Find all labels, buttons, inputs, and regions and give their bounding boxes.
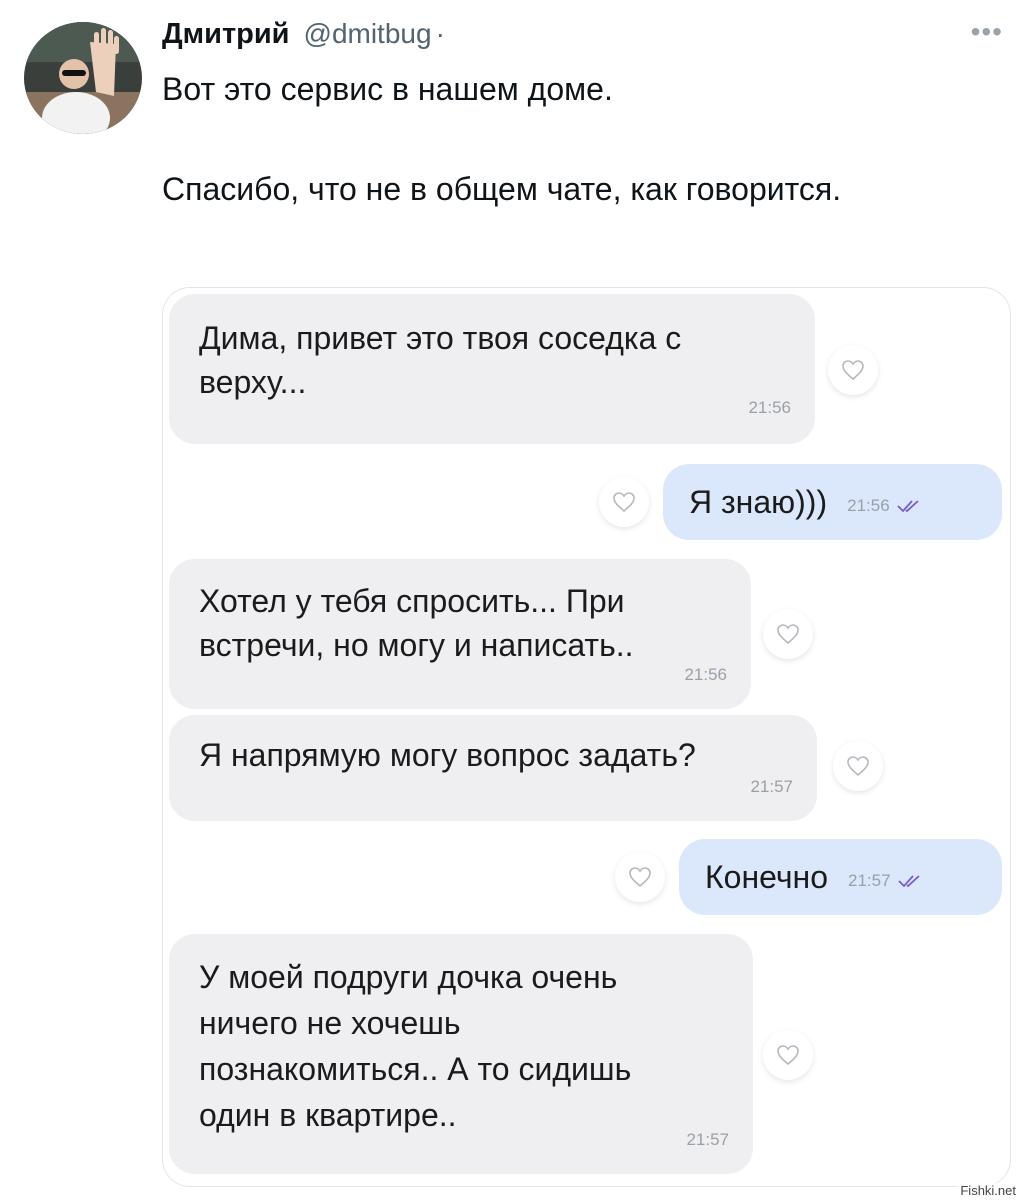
avatar[interactable] — [24, 22, 142, 134]
separator: · — [435, 18, 445, 49]
message-text: Я знаю))) — [689, 484, 828, 520]
message-text: Я напрямую могу вопрос задать? — [199, 737, 696, 773]
message-time: 21:57 — [686, 1130, 729, 1149]
chat-message-outgoing: Я знаю))) 21:56 — [663, 464, 1002, 540]
heart-icon[interactable] — [828, 345, 878, 395]
heart-icon[interactable] — [763, 609, 813, 659]
more-icon[interactable]: ••• — [971, 18, 1003, 46]
tweet-text-line: Спасибо, что не в общем чате, как говори… — [162, 171, 842, 207]
author-name[interactable]: Дмитрий — [162, 18, 290, 51]
heart-icon[interactable] — [763, 1030, 813, 1080]
message-text: Хотел у тебя спросить... При встречи, но… — [199, 583, 634, 663]
author-handle[interactable]: @dmitbug — [304, 18, 432, 50]
tweet-text: Вот это сервис в нашем доме. Спасибо, чт… — [162, 64, 982, 214]
message-text: Дима, привет это твоя соседка с верху... — [199, 320, 682, 400]
heart-icon[interactable] — [615, 852, 665, 902]
tweet-text-line: Вот это сервис в нашем доме. — [162, 71, 613, 107]
avatar-photo — [24, 22, 142, 134]
read-checkmarks-icon — [897, 500, 919, 513]
chat-message-incoming: Я напрямую могу вопрос задать? 21:57 — [169, 715, 817, 821]
chat-message-incoming: Дима, привет это твоя соседка с верху...… — [169, 294, 815, 444]
message-text: У моей подруги дочка очень ничего не хоч… — [199, 959, 632, 1133]
watermark: Fishki.net — [957, 1183, 1019, 1198]
message-text: Конечно — [705, 859, 828, 895]
heart-icon[interactable] — [599, 477, 649, 527]
heart-icon[interactable] — [833, 741, 883, 791]
chat-message-incoming: Хотел у тебя спросить... При встречи, но… — [169, 559, 751, 709]
message-time: 21:56 — [748, 398, 791, 417]
chat-message-outgoing: Конечно 21:57 — [679, 839, 1002, 915]
chat-message-incoming: У моей подруги дочка очень ничего не хоч… — [169, 934, 753, 1174]
message-time: 21:56 — [684, 665, 727, 684]
message-time: 21:57 — [847, 871, 891, 890]
read-checkmarks-icon — [897, 875, 920, 888]
tweet-media-image[interactable]: Дима, привет это твоя соседка с верху...… — [162, 287, 1011, 1187]
message-time: 21:56 — [847, 496, 890, 515]
tweet-header: Дмитрий @dmitbug · — [162, 18, 445, 54]
message-time: 21:57 — [750, 777, 793, 796]
